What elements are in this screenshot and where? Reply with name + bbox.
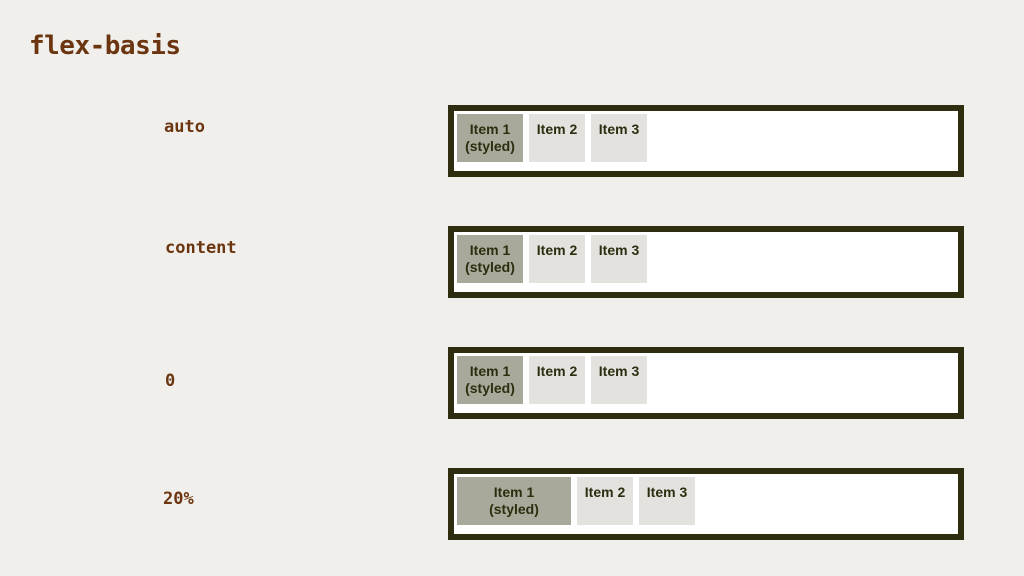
item-sublabel: (styled) (465, 380, 515, 396)
row-label-content: content (165, 238, 237, 258)
flex-container-zero: Item 1 (styled) Item 2 Item 3 (448, 347, 964, 419)
row-label-zero: 0 (165, 371, 176, 391)
flex-container-auto: Item 1 (styled) Item 2 Item 3 (448, 105, 964, 177)
item-label: Item 1 (469, 242, 511, 258)
flex-item-styled: Item 1 (styled) (457, 477, 571, 525)
flex-item: Item 2 (529, 356, 585, 404)
item-sublabel: (styled) (465, 138, 515, 154)
item-label: Item 2 (584, 484, 626, 500)
flex-item: Item 2 (529, 235, 585, 283)
flex-item-styled: Item 1 (styled) (457, 235, 523, 283)
item-sublabel: (styled) (465, 259, 515, 275)
flex-item: Item 3 (639, 477, 695, 525)
flex-item: Item 3 (591, 114, 647, 162)
flex-item-styled: Item 1 (styled) (457, 356, 523, 404)
item-label: Item 3 (598, 363, 640, 379)
page-title: flex-basis (29, 31, 181, 61)
row-label-twenty-percent: 20% (163, 489, 194, 509)
item-label: Item 1 (469, 121, 511, 137)
item-sublabel: (styled) (489, 501, 539, 517)
flex-container-content: Item 1 (styled) Item 2 Item 3 (448, 226, 964, 298)
item-label: Item 1 (469, 363, 511, 379)
flex-item-styled: Item 1 (styled) (457, 114, 523, 162)
flex-item: Item 2 (529, 114, 585, 162)
item-label: Item 2 (536, 363, 578, 379)
item-label: Item 1 (493, 484, 535, 500)
flex-item: Item 3 (591, 235, 647, 283)
row-label-auto: auto (164, 117, 205, 137)
flex-item: Item 2 (577, 477, 633, 525)
item-label: Item 2 (536, 121, 578, 137)
item-label: Item 3 (598, 242, 640, 258)
item-label: Item 3 (598, 121, 640, 137)
flex-item: Item 3 (591, 356, 647, 404)
item-label: Item 2 (536, 242, 578, 258)
flex-container-twenty-percent: Item 1 (styled) Item 2 Item 3 (448, 468, 964, 540)
item-label: Item 3 (646, 484, 688, 500)
